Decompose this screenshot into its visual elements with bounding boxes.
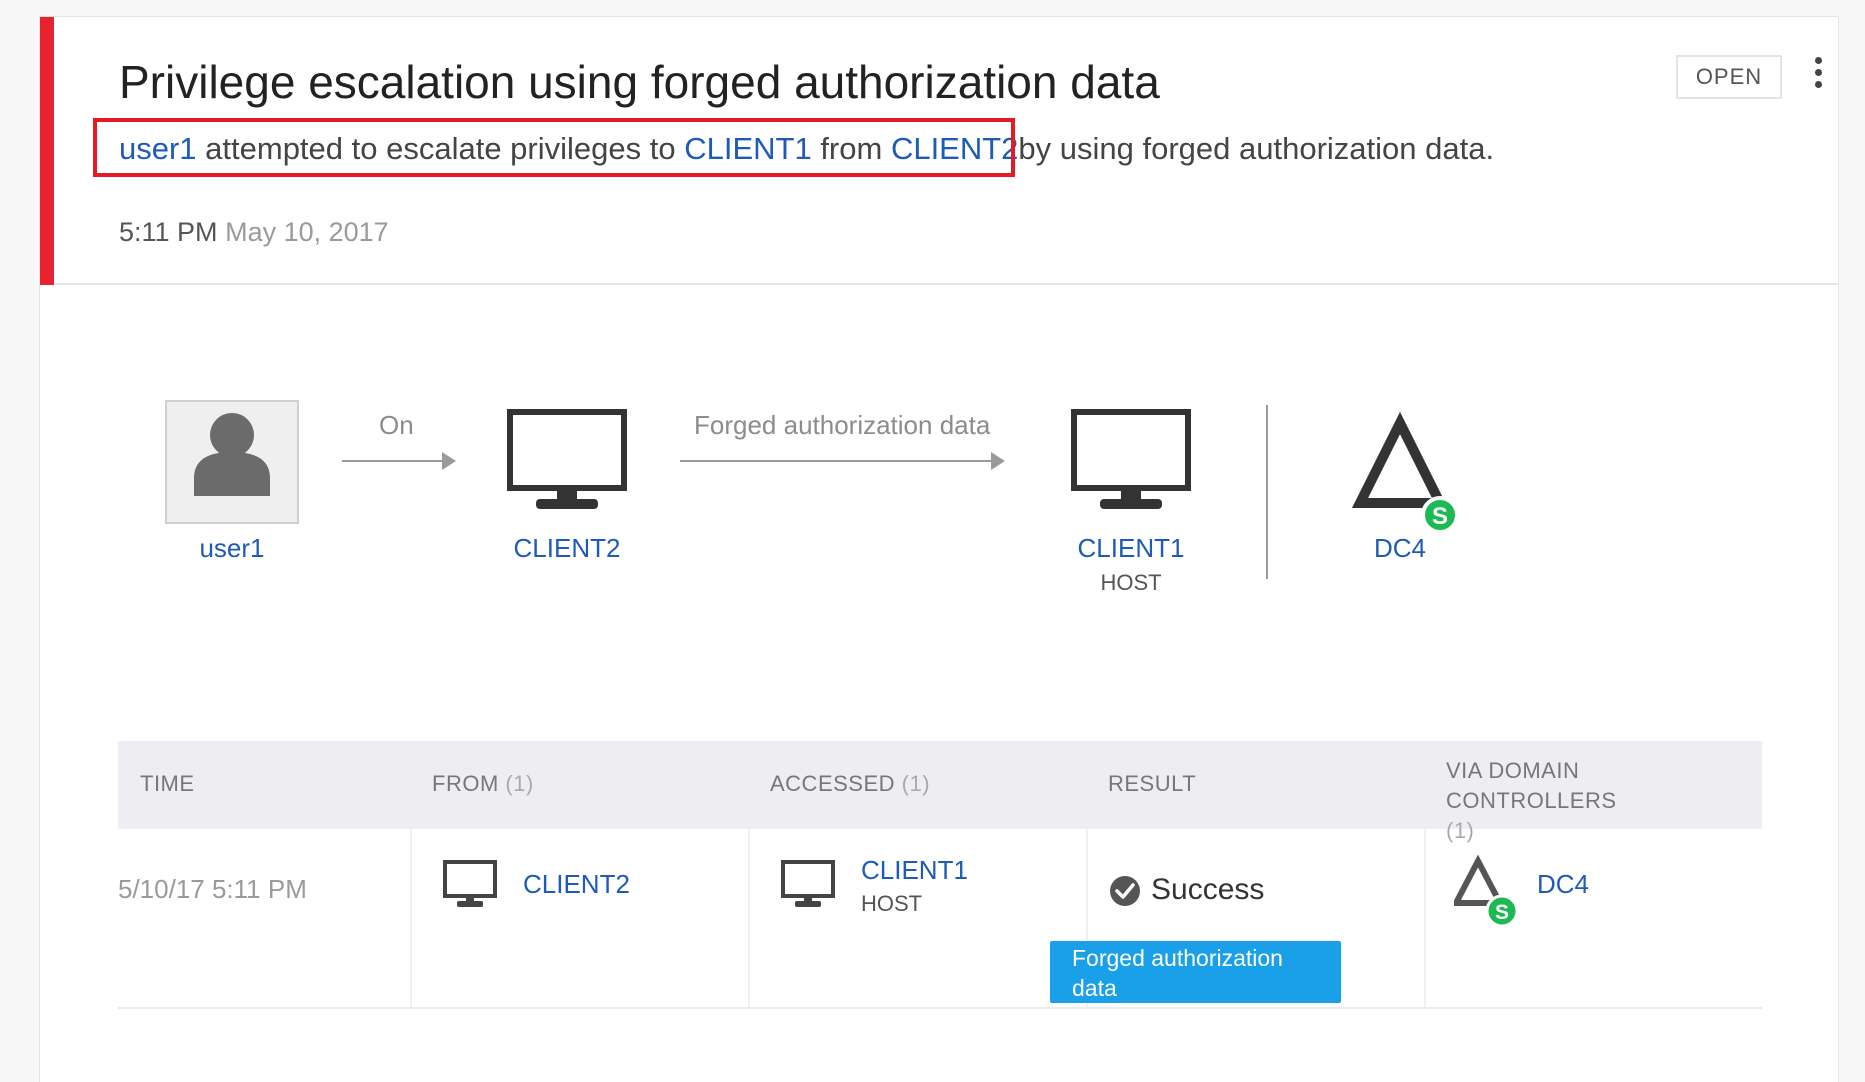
client2-monitor-icon[interactable] bbox=[507, 409, 627, 513]
monitor-icon bbox=[443, 860, 497, 907]
description-text-3: by using forged authorization data. bbox=[1018, 131, 1495, 166]
check-circle-icon bbox=[1110, 876, 1140, 906]
severity-bar bbox=[40, 17, 54, 285]
table-header: TIME FROM (1) ACCESSED (1) RESULT VIA DO… bbox=[118, 741, 1762, 843]
monitor-icon bbox=[781, 860, 835, 907]
svg-text:S: S bbox=[1495, 901, 1509, 924]
domain-controller-icon[interactable]: S bbox=[1352, 411, 1462, 535]
column-header-from: FROM (1) bbox=[432, 771, 534, 796]
alert-timestamp: 5:11 PM May 10, 2017 bbox=[119, 217, 389, 248]
source-link[interactable]: CLIENT2 bbox=[891, 131, 1018, 166]
flow-arrow-forged-label: Forged authorization data bbox=[694, 410, 991, 440]
user-link[interactable]: user1 bbox=[119, 131, 197, 166]
alert-description: user1 attempted to escalate privileges t… bbox=[119, 131, 1494, 167]
row-accessed-sublabel: HOST bbox=[861, 891, 923, 916]
row-result-status: Success bbox=[1151, 873, 1265, 906]
flow-arrow-on bbox=[342, 452, 456, 470]
status-button[interactable]: OPEN bbox=[1676, 55, 1782, 99]
flow-user-label[interactable]: user1 bbox=[165, 533, 299, 564]
description-text-2: from bbox=[811, 131, 891, 166]
column-header-result: RESULT bbox=[1108, 771, 1197, 796]
row-accessed-link[interactable]: CLIENT1 bbox=[861, 855, 968, 886]
alert-time: 5:11 PM bbox=[119, 217, 218, 247]
domain-controller-icon: S bbox=[1454, 855, 1518, 928]
flow-source-label[interactable]: CLIENT2 bbox=[507, 533, 627, 564]
result-tag: Forged authorization data bbox=[1050, 941, 1341, 1003]
flow-dc-label[interactable]: DC4 bbox=[1352, 533, 1448, 564]
flow-target-label[interactable]: CLIENT1 bbox=[1051, 533, 1211, 564]
row-from-link[interactable]: CLIENT2 bbox=[523, 869, 630, 900]
flow-arrow-forged bbox=[680, 452, 1005, 470]
alert-date: May 10, 2017 bbox=[225, 217, 389, 247]
alert-title: Privilege escalation using forged author… bbox=[119, 56, 1160, 108]
alert-card: Privilege escalation using forged author… bbox=[39, 16, 1839, 1082]
alert-header: Privilege escalation using forged author… bbox=[40, 17, 1838, 285]
flow-divider bbox=[1266, 405, 1268, 579]
client1-monitor-icon[interactable] bbox=[1071, 409, 1191, 513]
row-via-dc-link[interactable]: DC4 bbox=[1537, 869, 1589, 900]
user-icon[interactable] bbox=[165, 400, 299, 524]
more-options-icon[interactable] bbox=[1808, 57, 1828, 101]
column-header-time: TIME bbox=[140, 771, 195, 796]
svg-text:S: S bbox=[1432, 503, 1448, 530]
flow-arrow-on-label: On bbox=[379, 410, 414, 440]
description-text-1: attempted to escalate privileges to bbox=[196, 131, 685, 166]
flow-target-sublabel: HOST bbox=[1100, 570, 1162, 595]
target-link[interactable]: CLIENT1 bbox=[684, 131, 811, 166]
column-header-accessed: ACCESSED (1) bbox=[770, 771, 931, 796]
row-time: 5/10/17 5:11 PM bbox=[118, 874, 307, 904]
